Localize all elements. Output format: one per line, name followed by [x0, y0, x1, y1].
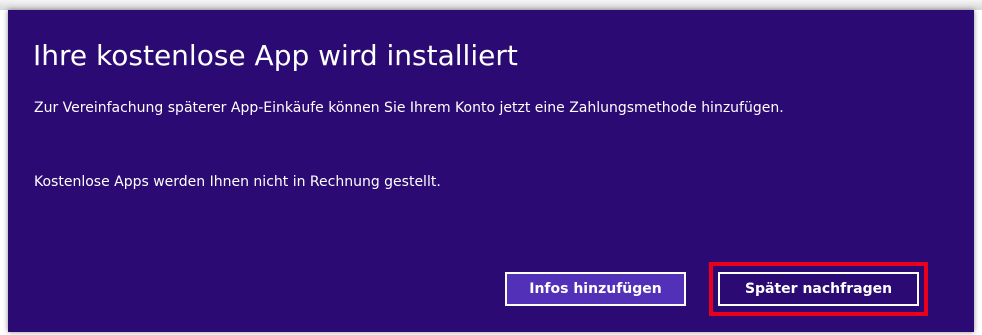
- ask-later-button[interactable]: Später nachfragen: [718, 272, 919, 306]
- dialog-note: Kostenlose Apps werden Ihnen nicht in Re…: [34, 174, 441, 190]
- dialog-title: Ihre kostenlose App wird installiert: [33, 39, 518, 72]
- add-info-button[interactable]: Infos hinzufügen: [505, 272, 686, 306]
- background-strip: [0, 0, 982, 10]
- dialog-message: Zur Vereinfachung späterer App-Einkäufe …: [34, 100, 784, 116]
